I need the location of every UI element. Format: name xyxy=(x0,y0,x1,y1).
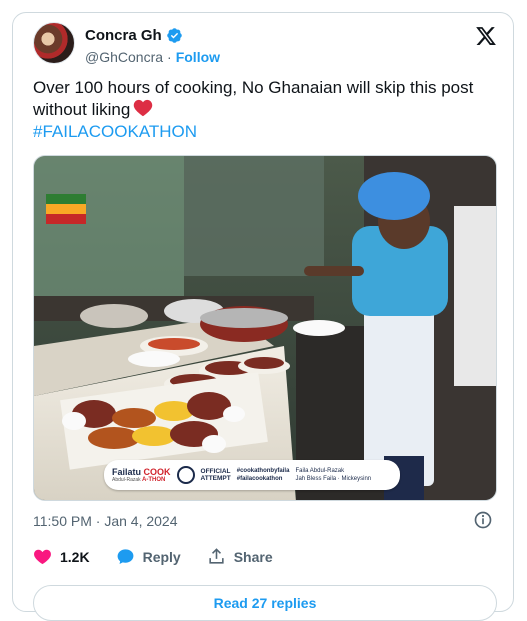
share-icon xyxy=(209,548,224,564)
verified-badge-icon xyxy=(166,28,182,43)
cookathon-banner: Failatu COOK Abdul-Razak A-THON OFFICIAL… xyxy=(104,460,400,490)
reply-button[interactable]: Reply xyxy=(116,547,181,566)
author-name[interactable]: Concra Gh xyxy=(85,27,162,44)
red-heart-icon xyxy=(134,99,153,117)
banner-handles: Faila Abdul-Razak Jah Bless Faila · Micke… xyxy=(295,468,372,482)
share-label: Share xyxy=(233,548,273,565)
info-icon[interactable] xyxy=(473,510,493,530)
x-logo-icon[interactable] xyxy=(475,25,497,47)
reply-label: Reply xyxy=(142,548,181,565)
author-handle-row: @GhConcra · Follow xyxy=(85,49,220,65)
action-bar: 1.2K Reply Share xyxy=(33,547,299,566)
like-button[interactable]: 1.2K xyxy=(33,547,90,566)
banner-hashtags: #cookathonbyfaila #failacookathon xyxy=(236,468,290,482)
official-attempt: OFFICIAL ATTEMPT xyxy=(200,468,231,482)
reply-bubble-icon xyxy=(117,549,133,565)
separator-dot: · xyxy=(167,49,172,65)
heart-icon xyxy=(34,549,51,565)
tweet-photo[interactable]: Failatu COOK Abdul-Razak A-THON OFFICIAL… xyxy=(33,155,497,501)
tweet-timestamp[interactable]: 11:50 PM · Jan 4, 2024 xyxy=(33,513,178,529)
author-handle[interactable]: @GhConcra xyxy=(85,49,163,65)
banner-brand: Failatu COOK Abdul-Razak A-THON xyxy=(112,466,171,483)
hashtag-link[interactable]: #FAILACOOKATHON xyxy=(33,121,508,143)
read-replies-button[interactable]: Read 27 replies xyxy=(33,585,497,621)
tweet-body: Over 100 hours of cooking, No Ghanaian w… xyxy=(33,78,474,119)
like-count: 1.2K xyxy=(60,548,90,565)
guinness-badge-icon xyxy=(176,466,195,484)
author-name-row: Concra Gh xyxy=(85,27,183,44)
share-button[interactable]: Share xyxy=(207,547,273,566)
kitchen-photo xyxy=(34,156,496,500)
follow-button[interactable]: Follow xyxy=(176,49,220,65)
avatar[interactable] xyxy=(33,22,75,64)
tweet-card: Concra Gh @GhConcra · Follow Over 100 ho… xyxy=(12,12,514,621)
tweet-text: Over 100 hours of cooking, No Ghanaian w… xyxy=(33,77,508,143)
